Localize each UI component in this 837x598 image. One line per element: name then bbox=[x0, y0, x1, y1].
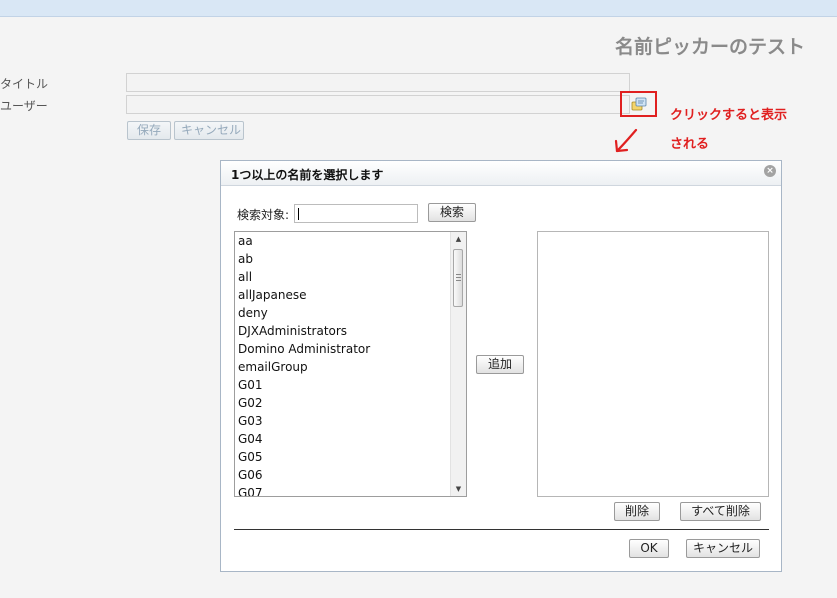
list-scrollbar[interactable]: ▲ ▼ bbox=[450, 232, 466, 496]
address-book-icon[interactable] bbox=[631, 97, 647, 111]
list-item[interactable]: Domino Administrator bbox=[238, 342, 370, 356]
list-item[interactable]: G06 bbox=[238, 468, 263, 482]
list-item[interactable]: allJapanese bbox=[238, 288, 307, 302]
list-item[interactable]: G03 bbox=[238, 414, 263, 428]
cancel-button[interactable]: キャンセル bbox=[174, 121, 244, 140]
scroll-thumb[interactable] bbox=[453, 249, 463, 307]
delete-all-button[interactable]: すべて削除 bbox=[680, 502, 761, 521]
dialog-cancel-button[interactable]: キャンセル bbox=[686, 539, 760, 558]
top-bar bbox=[0, 0, 837, 17]
list-item[interactable]: all bbox=[238, 270, 252, 284]
annotation-text-line2: される bbox=[670, 137, 710, 152]
save-button[interactable]: 保存 bbox=[127, 121, 171, 140]
user-label: ユーザー bbox=[0, 99, 48, 113]
hand-drawn-arrow-icon bbox=[614, 128, 638, 153]
dialog-header: 1つ以上の名前を選択します × bbox=[221, 161, 781, 186]
list-item[interactable]: deny bbox=[238, 306, 268, 320]
dialog-divider bbox=[234, 529, 769, 530]
list-item[interactable]: G05 bbox=[238, 450, 263, 464]
available-names-list[interactable]: aa ab all allJapanese deny DJXAdministrators D… bbox=[234, 231, 467, 497]
dialog-title: 1つ以上の名前を選択します bbox=[231, 168, 384, 182]
list-item[interactable]: G07 bbox=[238, 486, 263, 496]
ok-button[interactable]: OK bbox=[629, 539, 669, 558]
list-item[interactable]: G01 bbox=[238, 378, 263, 392]
annotation-text-line1: クリックすると表示 bbox=[670, 108, 788, 123]
scroll-up-arrow-icon[interactable]: ▲ bbox=[451, 232, 466, 246]
user-field[interactable] bbox=[126, 95, 630, 114]
close-icon[interactable]: × bbox=[764, 165, 776, 177]
page-title: 名前ピッカーのテスト bbox=[614, 36, 805, 58]
search-button[interactable]: 検索 bbox=[428, 203, 476, 222]
list-item[interactable]: G02 bbox=[238, 396, 263, 410]
search-label: 検索対象: bbox=[237, 208, 290, 222]
search-input[interactable] bbox=[294, 204, 418, 223]
selected-names-list[interactable] bbox=[537, 231, 769, 497]
name-picker-dialog: 1つ以上の名前を選択します × 検索対象: 検索 aa ab all allJapan… bbox=[220, 160, 782, 572]
delete-button[interactable]: 削除 bbox=[614, 502, 660, 521]
title-label: タイトル bbox=[0, 77, 49, 91]
add-button[interactable]: 追加 bbox=[476, 355, 524, 374]
list-item[interactable]: DJXAdministrators bbox=[238, 324, 347, 338]
list-item[interactable]: emailGroup bbox=[238, 360, 308, 374]
list-item[interactable]: aa bbox=[238, 234, 253, 248]
list-item[interactable]: ab bbox=[238, 252, 253, 266]
title-field[interactable] bbox=[126, 73, 630, 92]
list-item[interactable]: G04 bbox=[238, 432, 263, 446]
scroll-down-arrow-icon[interactable]: ▼ bbox=[451, 482, 466, 496]
